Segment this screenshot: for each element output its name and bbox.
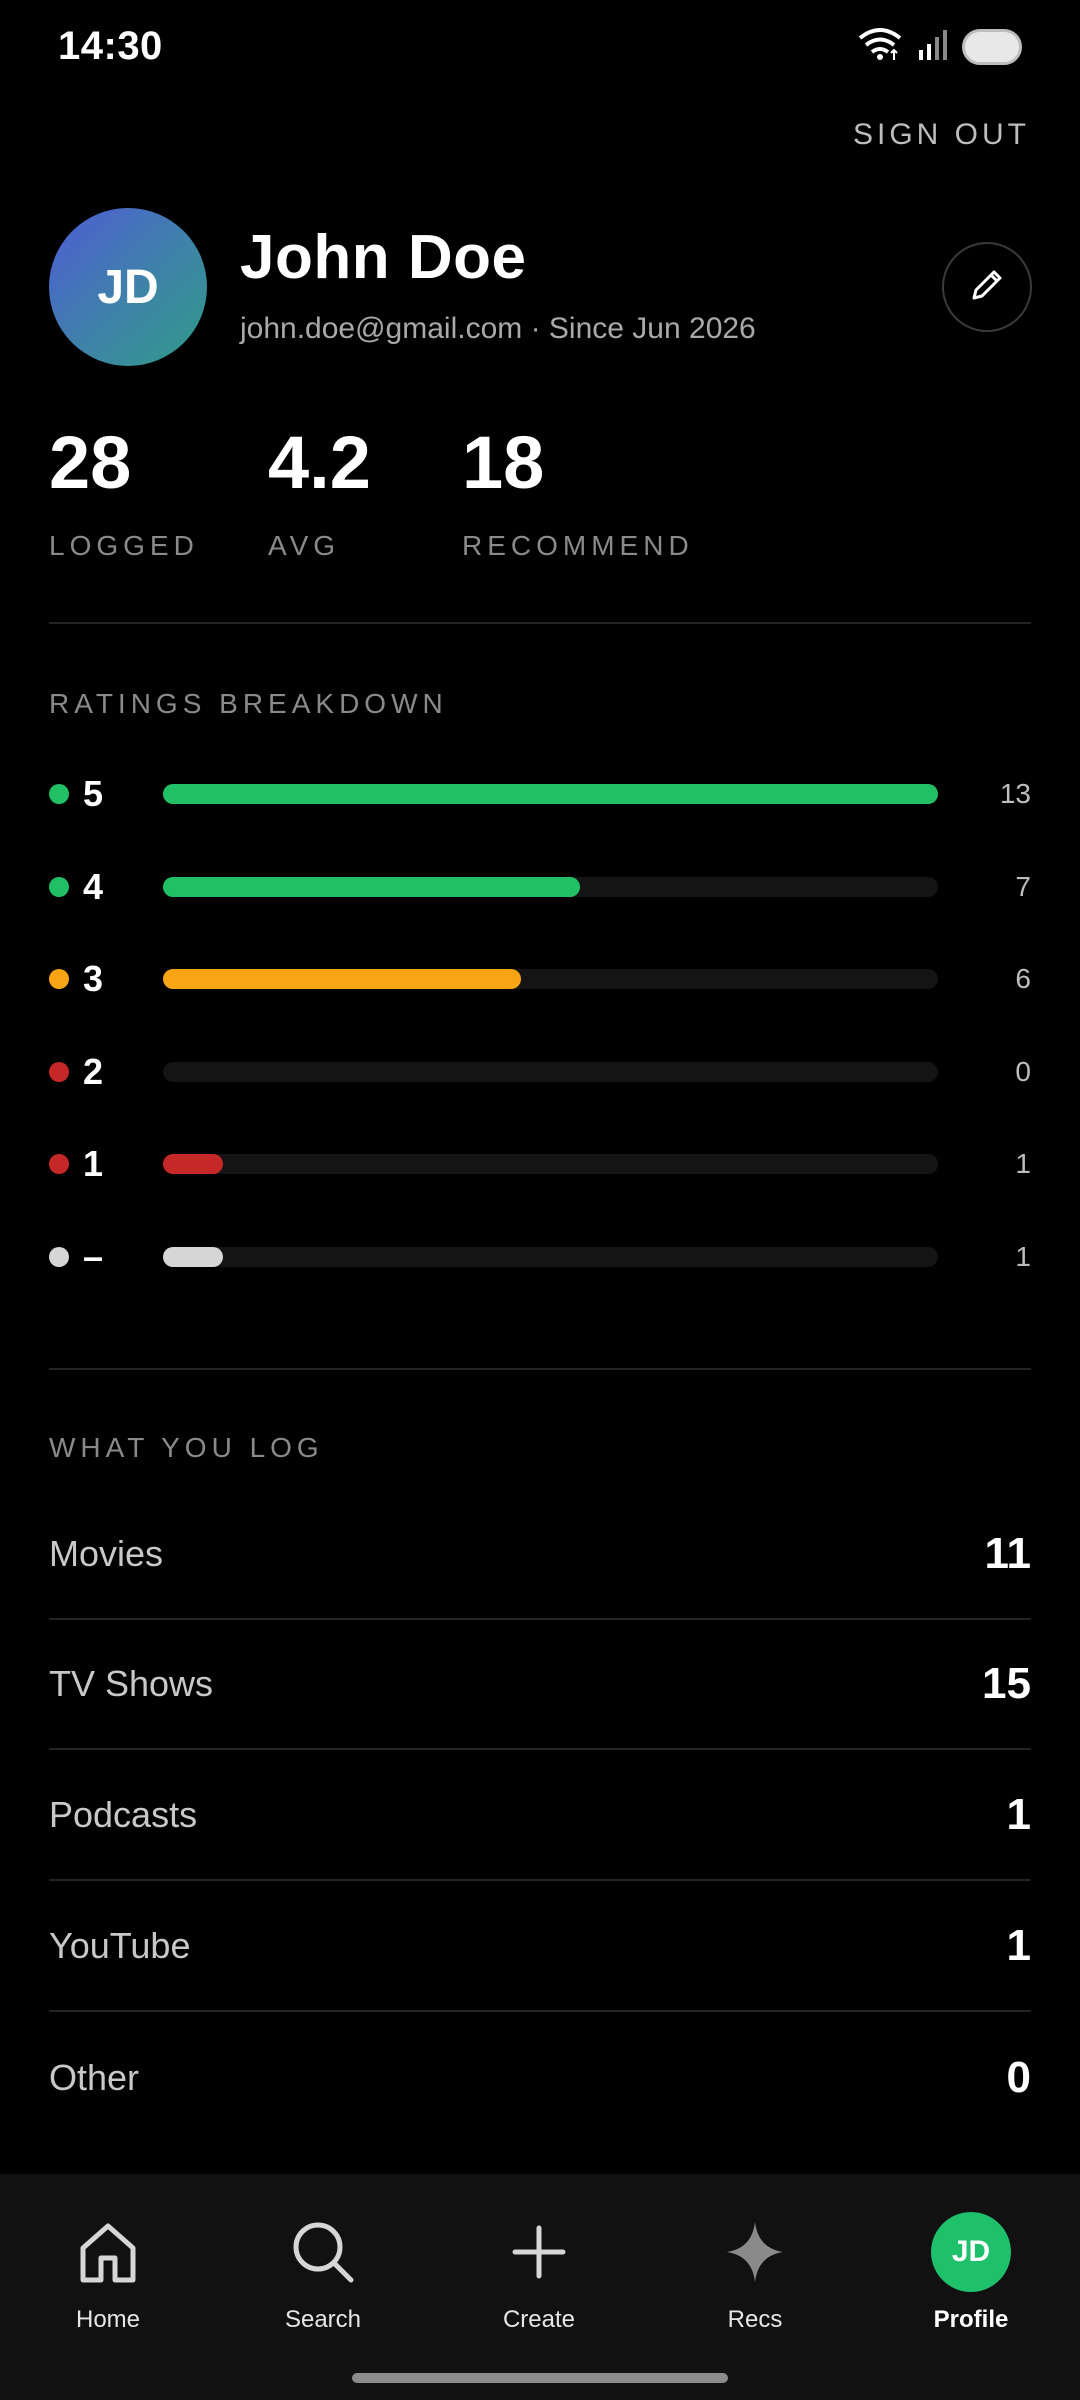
stat-logged: 28 LOGGED (49, 426, 199, 562)
log-label: Podcasts (49, 1794, 198, 1835)
signal-icon (918, 28, 948, 65)
status-icons (856, 26, 1022, 67)
rating-row: 3 6 (49, 955, 1031, 1003)
rating-count: 0 (1015, 1056, 1031, 1087)
log-label: Other (49, 2057, 140, 2098)
rating-label: 1 (83, 1143, 104, 1184)
rating-dot (49, 877, 69, 897)
rating-bar-track (163, 1062, 938, 1082)
rating-label: 3 (83, 958, 104, 999)
log-count: 1 (1006, 1921, 1031, 1970)
stat-avg: 4.2 AVG (268, 426, 371, 562)
rating-bar-fill (163, 1154, 223, 1174)
rating-dot (49, 1247, 69, 1267)
avatar: JD (49, 208, 207, 366)
rating-dot (49, 969, 69, 989)
home-icon (78, 2210, 138, 2294)
log-row-podcasts[interactable]: Podcasts 1 (49, 1751, 1031, 1881)
stat-label: AVG (268, 530, 341, 561)
rating-bar-fill (163, 784, 938, 804)
log-label: TV Shows (49, 1663, 214, 1704)
rating-bar-fill (163, 969, 521, 989)
wifi-icon (856, 26, 904, 67)
nav-avatar: JD (931, 2212, 1011, 2292)
rating-count: 1 (1015, 1148, 1031, 1179)
rating-bar-track (163, 784, 938, 804)
nav-label: Create (502, 2306, 576, 2333)
sparkle-icon (725, 2210, 785, 2294)
rating-label: 4 (83, 866, 104, 907)
rating-bar-track (163, 1154, 938, 1174)
profile-subline: john.doe@gmail.com · Since Jun 2026 (240, 312, 756, 345)
rating-label: 5 (83, 773, 104, 814)
plus-icon (511, 2210, 567, 2294)
nav-label: Profile (933, 2306, 1009, 2333)
rating-count: 6 (1015, 963, 1031, 994)
stat-label: LOGGED (49, 530, 199, 561)
search-icon (291, 2210, 355, 2294)
divider (49, 1368, 1031, 1370)
profile-avatar-icon: JD (931, 2210, 1011, 2294)
rating-bar-track (163, 877, 938, 897)
profile-name: John Doe (240, 223, 527, 292)
stat-label: RECOMMEND (462, 530, 694, 561)
rating-dot (49, 1154, 69, 1174)
log-section-title: WHAT YOU LOG (49, 1432, 324, 1463)
nav-label: Recs (727, 2306, 783, 2333)
nav-profile[interactable]: JD Profile (891, 2210, 1051, 2334)
rating-bar-fill (163, 877, 581, 897)
rating-dot (49, 784, 69, 804)
ratings-section-title: RATINGS BREAKDOWN (49, 688, 448, 719)
rating-bar-fill (163, 1247, 223, 1267)
log-label: YouTube (49, 1925, 191, 1966)
rating-label: – (83, 1236, 104, 1277)
stat-recommend: 18 RECOMMEND (462, 426, 694, 562)
nav-home[interactable]: Home (28, 2210, 188, 2334)
status-time: 14:30 (58, 24, 163, 68)
log-row-other[interactable]: Other 0 (49, 2013, 1031, 2143)
log-count: 11 (984, 1529, 1031, 1578)
log-label: Movies (49, 1533, 164, 1574)
nav-recs[interactable]: Recs (675, 2210, 835, 2334)
sign-out-button[interactable]: SIGN OUT (853, 118, 1030, 152)
stat-value: 4.2 (268, 421, 371, 504)
pencil-icon (967, 265, 1007, 310)
home-indicator[interactable] (352, 2373, 728, 2383)
rating-count: 1 (1015, 1241, 1031, 1272)
battery-icon (962, 28, 1022, 65)
rating-row: 2 0 (49, 1048, 1031, 1096)
log-row-movies[interactable]: Movies 11 (49, 1490, 1031, 1620)
log-row-tv-shows[interactable]: TV Shows 15 (49, 1620, 1031, 1750)
nav-label: Home (75, 2306, 141, 2333)
rating-count: 7 (1015, 871, 1031, 902)
rating-row: 1 1 (49, 1140, 1031, 1188)
rating-row: 4 7 (49, 863, 1031, 911)
log-count: 0 (1006, 2053, 1031, 2102)
nav-search[interactable]: Search (243, 2210, 403, 2334)
divider (49, 622, 1031, 624)
rating-row: – 1 (49, 1233, 1031, 1281)
log-row-youtube[interactable]: YouTube 1 (49, 1882, 1031, 2012)
nav-create[interactable]: Create (459, 2210, 619, 2334)
nav-label: Search (284, 2306, 362, 2333)
log-count: 1 (1006, 1790, 1031, 1839)
bottom-nav: Home Search Create Recs JD Profile (0, 2174, 1080, 2400)
rating-dot (49, 1062, 69, 1082)
rating-label: 2 (83, 1051, 104, 1092)
stat-value: 28 (49, 421, 132, 504)
rating-bar-track (163, 969, 938, 989)
edit-profile-button[interactable] (942, 242, 1032, 332)
rating-bar-track (163, 1247, 938, 1267)
rating-count: 13 (999, 778, 1031, 809)
log-count: 15 (982, 1659, 1031, 1708)
stat-value: 18 (462, 421, 545, 504)
rating-row: 5 13 (49, 770, 1031, 818)
